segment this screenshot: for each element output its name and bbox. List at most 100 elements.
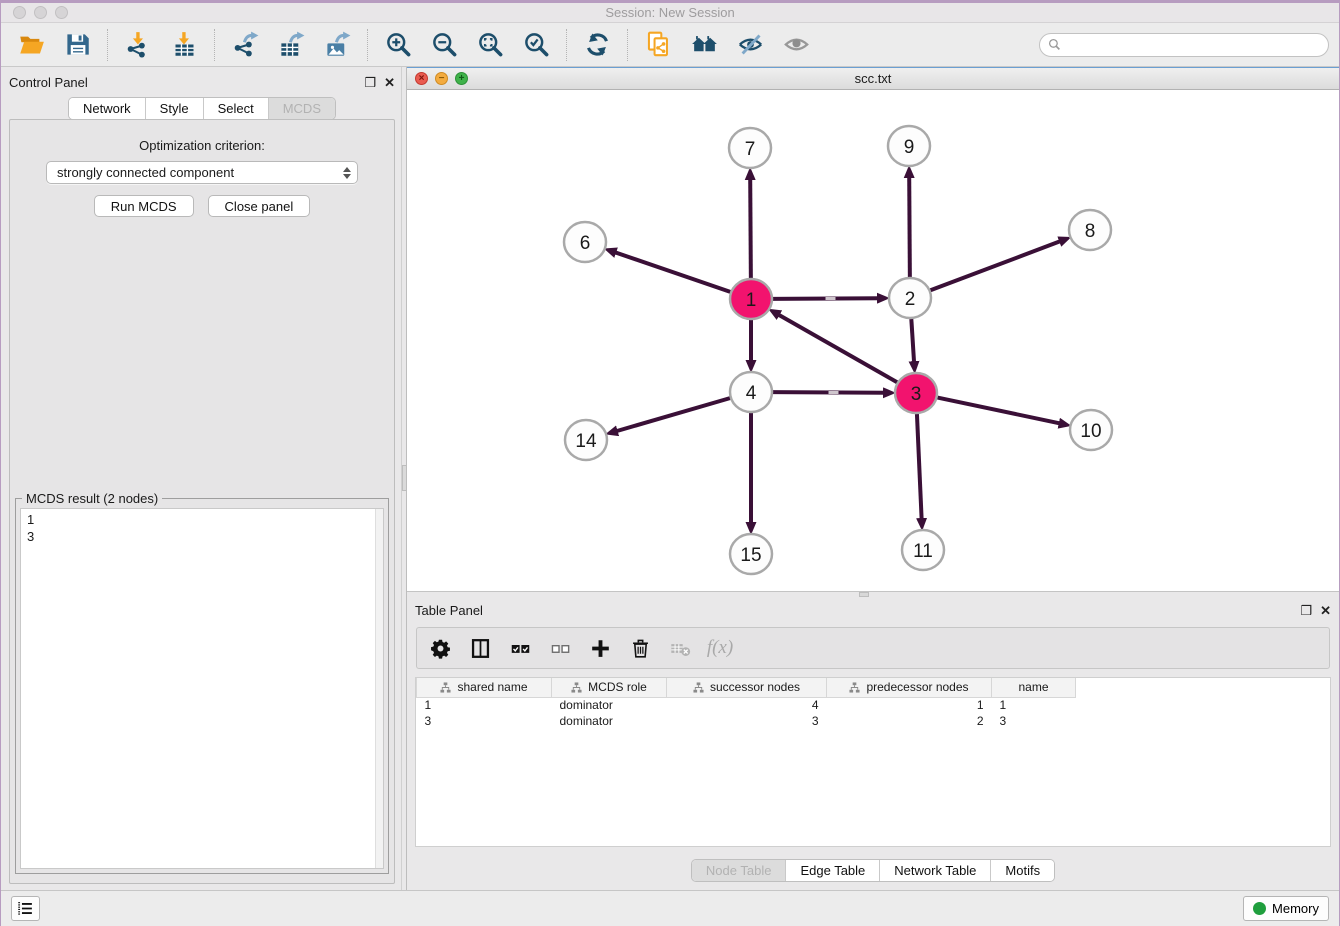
- graph-node-7[interactable]: 7: [729, 128, 771, 168]
- toolbar-separator: [367, 29, 368, 61]
- network-window-titlebar[interactable]: × − + scc.txt: [407, 68, 1339, 90]
- result-scrollbar[interactable]: [375, 509, 383, 868]
- task-history-button[interactable]: [11, 896, 40, 921]
- float-panel-icon[interactable]: ❒: [1300, 604, 1312, 617]
- network-close-button[interactable]: ×: [415, 72, 428, 85]
- open-file-button[interactable]: [11, 27, 51, 63]
- search-input[interactable]: [1066, 38, 1320, 52]
- result-item[interactable]: 3: [27, 528, 383, 545]
- close-panel-button[interactable]: Close panel: [208, 195, 311, 217]
- network-maximize-button[interactable]: +: [455, 72, 468, 85]
- attribute-tree-icon: [440, 682, 451, 693]
- graph-node-4[interactable]: 4: [730, 372, 772, 412]
- attribute-tree-icon: [693, 682, 704, 693]
- main-toolbar: [1, 23, 1339, 67]
- graph-edge-3-10[interactable]: [937, 398, 1060, 424]
- table-tabbar: Node Table Edge Table Network Table Moti…: [691, 859, 1055, 882]
- tab-style[interactable]: Style: [145, 98, 203, 119]
- horizontal-splitter[interactable]: [407, 591, 1339, 597]
- zoom-in-icon: [385, 31, 412, 58]
- memory-button[interactable]: Memory: [1243, 896, 1329, 921]
- graph-node-label: 8: [1085, 221, 1096, 242]
- close-panel-icon[interactable]: ✕: [384, 76, 395, 89]
- delete-table-icon[interactable]: [667, 635, 693, 661]
- graph-edge-3-11[interactable]: [917, 414, 922, 520]
- zoom-fit-button[interactable]: [470, 27, 510, 63]
- control-panel-title: Control Panel: [9, 75, 88, 90]
- select-stepper-icon: [343, 167, 351, 179]
- edge-handle[interactable]: [829, 391, 839, 394]
- new-network-from-selection-button[interactable]: [638, 27, 678, 63]
- graph-node-6[interactable]: 6: [564, 222, 606, 262]
- tab-motifs[interactable]: Motifs: [990, 860, 1054, 881]
- graph-node-1[interactable]: 1: [730, 279, 772, 319]
- graph-node-3[interactable]: 3: [895, 373, 937, 413]
- export-table-button[interactable]: [271, 27, 311, 63]
- graph-edge-1-6[interactable]: [614, 252, 730, 292]
- column-header-mcds-role[interactable]: MCDS role: [552, 678, 667, 697]
- result-item[interactable]: 1: [27, 511, 383, 528]
- first-neighbors-button[interactable]: [684, 27, 724, 63]
- graph-node-11[interactable]: 11: [902, 530, 944, 570]
- delete-column-icon[interactable]: [627, 635, 653, 661]
- add-column-icon[interactable]: [587, 635, 613, 661]
- export-network-icon: [232, 31, 259, 58]
- graph-edge-2-9[interactable]: [909, 176, 910, 277]
- column-header-shared-name[interactable]: shared name: [417, 678, 552, 697]
- deselect-all-icon[interactable]: [547, 635, 573, 661]
- function-builder-icon[interactable]: f(x): [707, 635, 733, 661]
- network-canvas[interactable]: 7 9 6 8 1 2 4 3 14 10 15 11: [407, 90, 1339, 591]
- float-panel-icon[interactable]: ❒: [364, 76, 376, 89]
- tab-select[interactable]: Select: [203, 98, 268, 119]
- export-network-button[interactable]: [225, 27, 265, 63]
- tab-network[interactable]: Network: [69, 98, 145, 119]
- graph-node-9[interactable]: 9: [888, 126, 930, 166]
- tab-mcds[interactable]: MCDS: [268, 98, 335, 119]
- graph-node-8[interactable]: 8: [1069, 210, 1111, 250]
- node-table: shared name MCDS role successor nodes pr…: [415, 677, 1331, 847]
- network-minimize-button[interactable]: −: [435, 72, 448, 85]
- gear-icon[interactable]: [427, 635, 453, 661]
- graph-node-2[interactable]: 2: [889, 278, 931, 318]
- graph-node-label: 11: [913, 541, 933, 562]
- save-session-button[interactable]: [57, 27, 97, 63]
- hide-selected-button[interactable]: [730, 27, 770, 63]
- close-panel-icon[interactable]: ✕: [1320, 604, 1331, 617]
- column-header-name[interactable]: name: [992, 678, 1076, 697]
- graph-node-label: 15: [740, 545, 761, 566]
- graph-node-14[interactable]: 14: [565, 420, 607, 460]
- graph-node-label: 3: [911, 384, 922, 405]
- zoom-out-button[interactable]: [424, 27, 464, 63]
- edge-handle[interactable]: [826, 297, 836, 300]
- graph-edge-2-8[interactable]: [930, 241, 1061, 290]
- mcds-result-list[interactable]: 1 3: [20, 508, 384, 869]
- network-window-title: scc.txt: [407, 71, 1339, 86]
- graph-edge-1-7[interactable]: [750, 178, 751, 278]
- import-network-button[interactable]: [118, 27, 158, 63]
- splitter-grip[interactable]: [859, 592, 869, 597]
- export-image-button[interactable]: [317, 27, 357, 63]
- import-table-button[interactable]: [164, 27, 204, 63]
- graph-edge-2-3[interactable]: [911, 319, 914, 363]
- show-column-panel-icon[interactable]: [467, 635, 493, 661]
- table-row[interactable]: 3 dominator 3 2 3: [417, 713, 1076, 729]
- search-field[interactable]: [1039, 33, 1329, 57]
- graph-edge-3-1[interactable]: [778, 314, 897, 382]
- tab-node-table[interactable]: Node Table: [692, 860, 786, 881]
- show-all-button[interactable]: [776, 27, 816, 63]
- refresh-button[interactable]: [577, 27, 617, 63]
- graph-node-15[interactable]: 15: [730, 534, 772, 574]
- table-row[interactable]: 1 dominator 4 1 1: [417, 697, 1076, 713]
- graph-node-10[interactable]: 10: [1070, 410, 1112, 450]
- tab-network-table[interactable]: Network Table: [879, 860, 990, 881]
- graph-edge-4-14[interactable]: [616, 398, 730, 431]
- zoom-in-button[interactable]: [378, 27, 418, 63]
- column-header-successor-nodes[interactable]: successor nodes: [667, 678, 827, 697]
- column-header-predecessor-nodes[interactable]: predecessor nodes: [827, 678, 992, 697]
- select-all-icon[interactable]: [507, 635, 533, 661]
- tab-edge-table[interactable]: Edge Table: [785, 860, 879, 881]
- eye-icon: [783, 31, 810, 58]
- run-mcds-button[interactable]: Run MCDS: [94, 195, 194, 217]
- criterion-select[interactable]: strongly connected component: [46, 161, 358, 184]
- zoom-selected-button[interactable]: [516, 27, 556, 63]
